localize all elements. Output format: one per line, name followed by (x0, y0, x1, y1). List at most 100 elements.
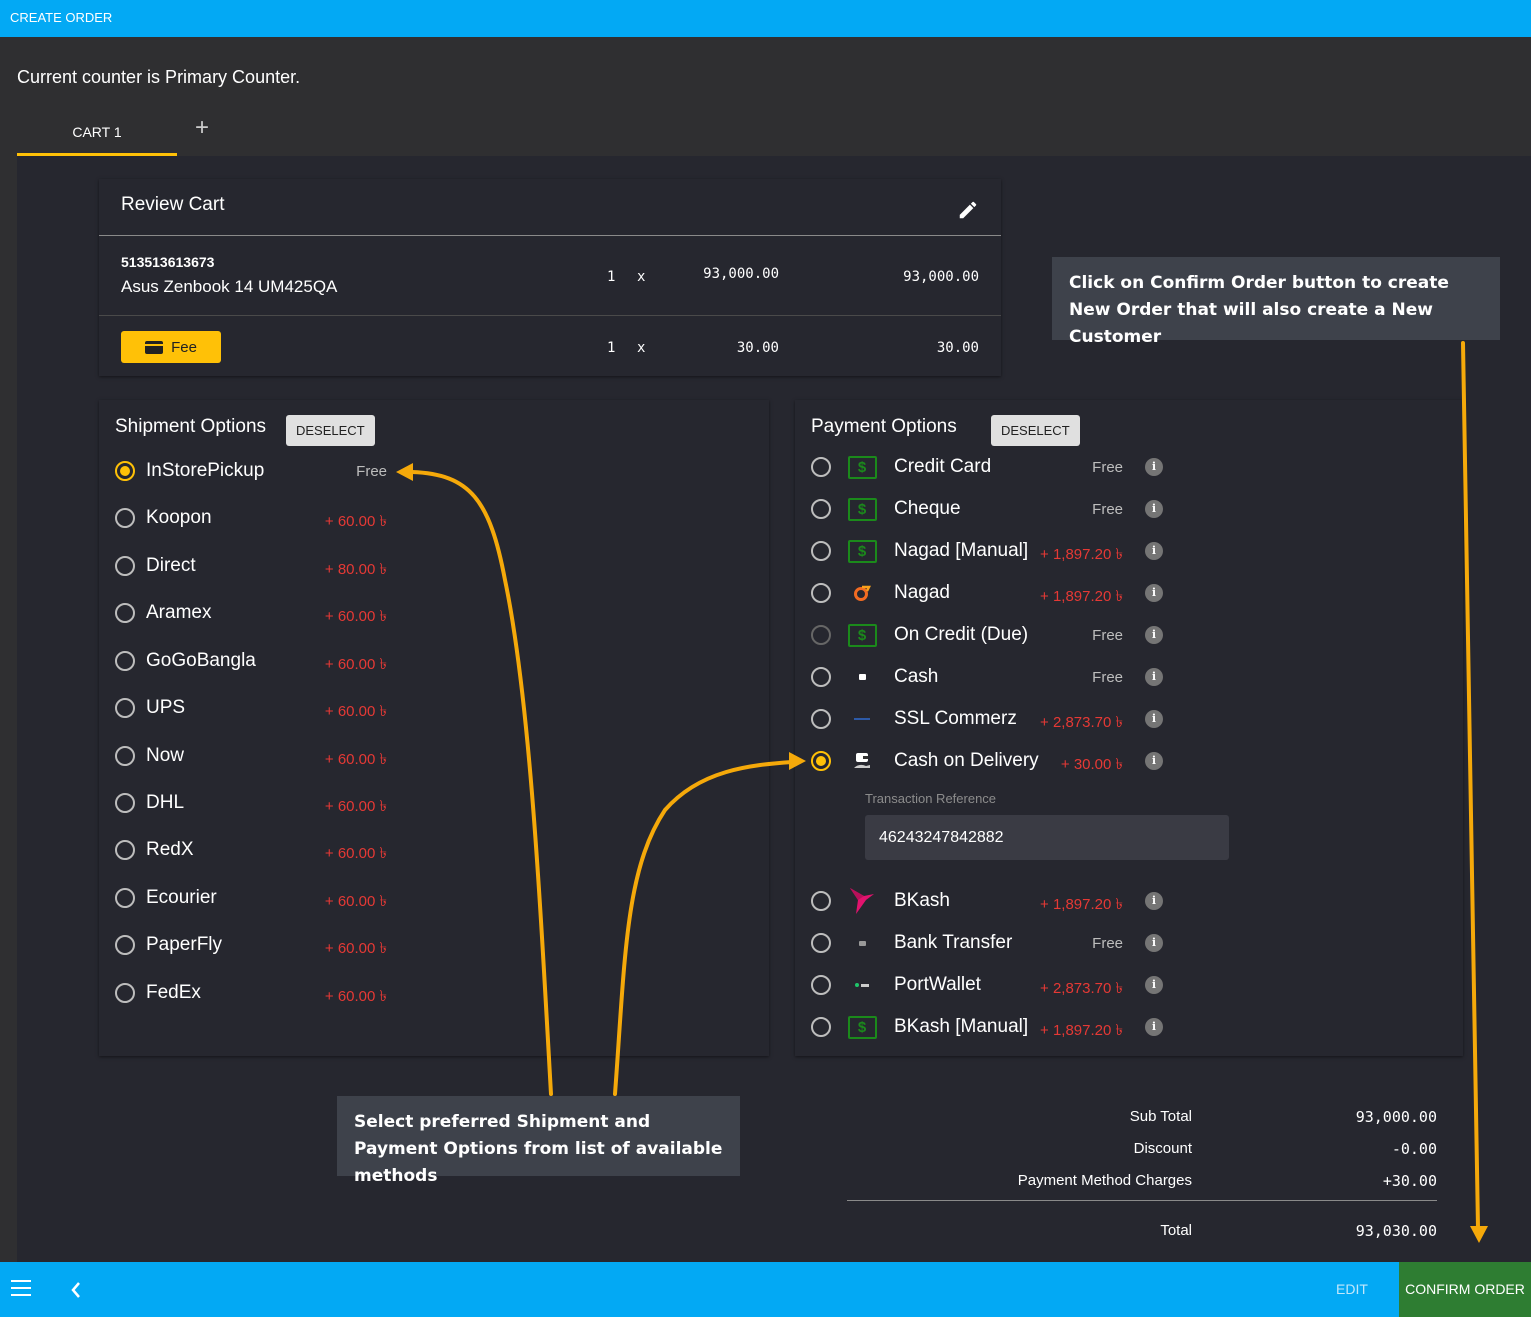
payment-option-name: Cheque (894, 498, 961, 519)
payment-option[interactable]: Bank Transfer Free i (811, 929, 1451, 959)
payment-option-fee: + 2,873.70 ৳ (1040, 714, 1123, 731)
edit-button[interactable]: EDIT (1322, 1262, 1382, 1317)
info-icon[interactable]: i (1145, 976, 1163, 994)
tab-cart-1[interactable]: CART 1 (17, 112, 177, 156)
shipment-option-fee: + 60.00 ৳ (324, 893, 387, 910)
radio-unselected-icon[interactable] (115, 556, 135, 576)
shipment-option[interactable]: Ecourier + 60.00 ৳ (115, 884, 755, 914)
review-cart-header: Review Cart (99, 179, 1001, 236)
payment-option[interactable]: $ Cheque Free i (811, 495, 1451, 525)
payment-options-title: Payment Options (811, 416, 957, 437)
payment-option[interactable]: Nagad + 1,897.20 ৳ i (811, 579, 1451, 609)
shipment-option[interactable]: Koopon + 60.00 ৳ (115, 504, 755, 534)
radio-unselected-icon[interactable] (115, 935, 135, 955)
radio-unselected-icon[interactable] (811, 541, 831, 561)
payment-option[interactable]: SSL Commerz + 2,873.70 ৳ i (811, 705, 1451, 735)
bottom-action-bar: EDIT CONFIRM ORDER (0, 1262, 1531, 1317)
radio-unselected-icon[interactable] (811, 667, 831, 687)
payment-option[interactable]: $ Nagad [Manual] + 1,897.20 ৳ i (811, 537, 1451, 567)
info-icon[interactable]: i (1145, 1018, 1163, 1036)
info-icon[interactable]: i (1145, 934, 1163, 952)
payment-option-fee: + 1,897.20 ৳ (1040, 896, 1123, 913)
bank-card-icon (847, 931, 877, 955)
payment-deselect-button[interactable]: DESELECT (991, 415, 1080, 446)
discount-value: -0.00 (1391, 1140, 1437, 1158)
radio-selected-icon[interactable] (115, 461, 135, 481)
payment-option-fee: + 1,897.20 ৳ (1040, 1022, 1123, 1039)
radio-unselected-icon[interactable] (115, 603, 135, 623)
shipment-option[interactable]: Now + 60.00 ৳ (115, 742, 755, 772)
info-icon[interactable]: i (1145, 458, 1163, 476)
radio-unselected-icon[interactable] (811, 933, 831, 953)
order-totals-card: Sub Total 93,000.00 Discount -0.00 Payme… (99, 1080, 1463, 1262)
shipment-option[interactable]: UPS + 60.00 ৳ (115, 694, 755, 724)
radio-selected-icon[interactable] (811, 751, 831, 771)
payment-option-fee: + 1,897.20 ৳ (1040, 588, 1123, 605)
payment-option-name: BKash [Manual] (894, 1016, 1029, 1037)
radio-unselected-icon[interactable] (115, 651, 135, 671)
shipment-option[interactable]: Direct + 80.00 ৳ (115, 552, 755, 582)
transaction-reference-input[interactable] (865, 815, 1229, 860)
radio-unselected-icon[interactable] (811, 499, 831, 519)
shipment-option[interactable]: InStorePickup Free (115, 457, 755, 487)
radio-unselected-icon[interactable] (811, 457, 831, 477)
shipment-deselect-button[interactable]: DESELECT (286, 415, 375, 446)
shipment-option[interactable]: RedX + 60.00 ৳ (115, 836, 755, 866)
info-icon[interactable]: i (1145, 892, 1163, 910)
chevron-left-icon[interactable] (68, 1279, 84, 1301)
fee-times: x (637, 340, 646, 356)
shipment-option[interactable]: FedEx + 60.00 ৳ (115, 979, 755, 1009)
shipment-option[interactable]: DHL + 60.00 ৳ (115, 789, 755, 819)
radio-unselected-icon[interactable] (811, 1017, 831, 1037)
charges-label: Payment Method Charges (1017, 1172, 1192, 1189)
radio-unselected-icon[interactable] (811, 583, 831, 603)
radio-unselected-icon[interactable] (115, 793, 135, 813)
hamburger-menu-icon[interactable] (11, 1280, 31, 1298)
payment-option[interactable]: $ BKash [Manual] + 1,897.20 ৳ i (811, 1013, 1451, 1043)
dollar-box-icon: $ (847, 497, 877, 521)
payment-option[interactable]: $ On Credit (Due) Free i (811, 621, 1451, 651)
payment-option[interactable]: PortWallet + 2,873.70 ৳ i (811, 971, 1451, 1001)
payment-option[interactable]: BKash + 1,897.20 ৳ i (811, 887, 1451, 917)
add-cart-tab-button[interactable]: + (192, 116, 212, 140)
radio-unselected-icon[interactable] (115, 746, 135, 766)
radio-unselected-icon[interactable] (115, 983, 135, 1003)
payment-option[interactable]: Cash on Delivery + 30.00 ৳ i (811, 747, 1451, 777)
info-icon[interactable]: i (1145, 626, 1163, 644)
confirm-order-button[interactable]: CONFIRM ORDER (1399, 1262, 1531, 1317)
pencil-edit-icon[interactable] (957, 199, 979, 221)
info-icon[interactable]: i (1145, 500, 1163, 518)
shipment-option-name: Koopon (146, 507, 212, 528)
info-icon[interactable]: i (1145, 668, 1163, 686)
payment-option[interactable]: Cash Free i (811, 663, 1451, 693)
info-icon[interactable]: i (1145, 584, 1163, 602)
radio-unselected-icon[interactable] (115, 888, 135, 908)
radio-unselected-icon[interactable] (115, 840, 135, 860)
radio-unselected-icon[interactable] (811, 891, 831, 911)
fee-total: 30.00 (936, 340, 979, 356)
shipment-option[interactable]: PaperFly + 60.00 ৳ (115, 931, 755, 961)
item-sku: 513513613673 (121, 254, 215, 270)
radio-unselected-icon[interactable] (811, 625, 831, 645)
transaction-reference-label: Transaction Reference (865, 791, 997, 806)
fee-button[interactable]: Fee (121, 331, 221, 363)
shipment-option[interactable]: GoGoBangla + 60.00 ৳ (115, 647, 755, 677)
dollar-box-icon: $ (847, 623, 877, 647)
payment-options-card: Payment Options DESELECT $ Credit Card Fre… (795, 400, 1463, 1056)
radio-unselected-icon[interactable] (811, 709, 831, 729)
discount-row: Discount -0.00 (847, 1140, 1437, 1164)
shipment-option-name: Direct (146, 555, 196, 576)
info-icon[interactable]: i (1145, 752, 1163, 770)
payment-option-name: Bank Transfer (894, 932, 1013, 953)
totals-divider (847, 1200, 1437, 1201)
shipment-option[interactable]: Aramex + 60.00 ৳ (115, 599, 755, 629)
radio-unselected-icon[interactable] (811, 975, 831, 995)
info-icon[interactable]: i (1145, 542, 1163, 560)
shipment-option-fee: + 60.00 ৳ (324, 988, 387, 1005)
radio-unselected-icon[interactable] (115, 698, 135, 718)
payment-option-fee: Free (1092, 459, 1123, 476)
info-icon[interactable]: i (1145, 710, 1163, 728)
payment-option[interactable]: $ Credit Card Free i (811, 453, 1451, 483)
shipment-option-fee: + 60.00 ৳ (324, 513, 387, 530)
radio-unselected-icon[interactable] (115, 508, 135, 528)
